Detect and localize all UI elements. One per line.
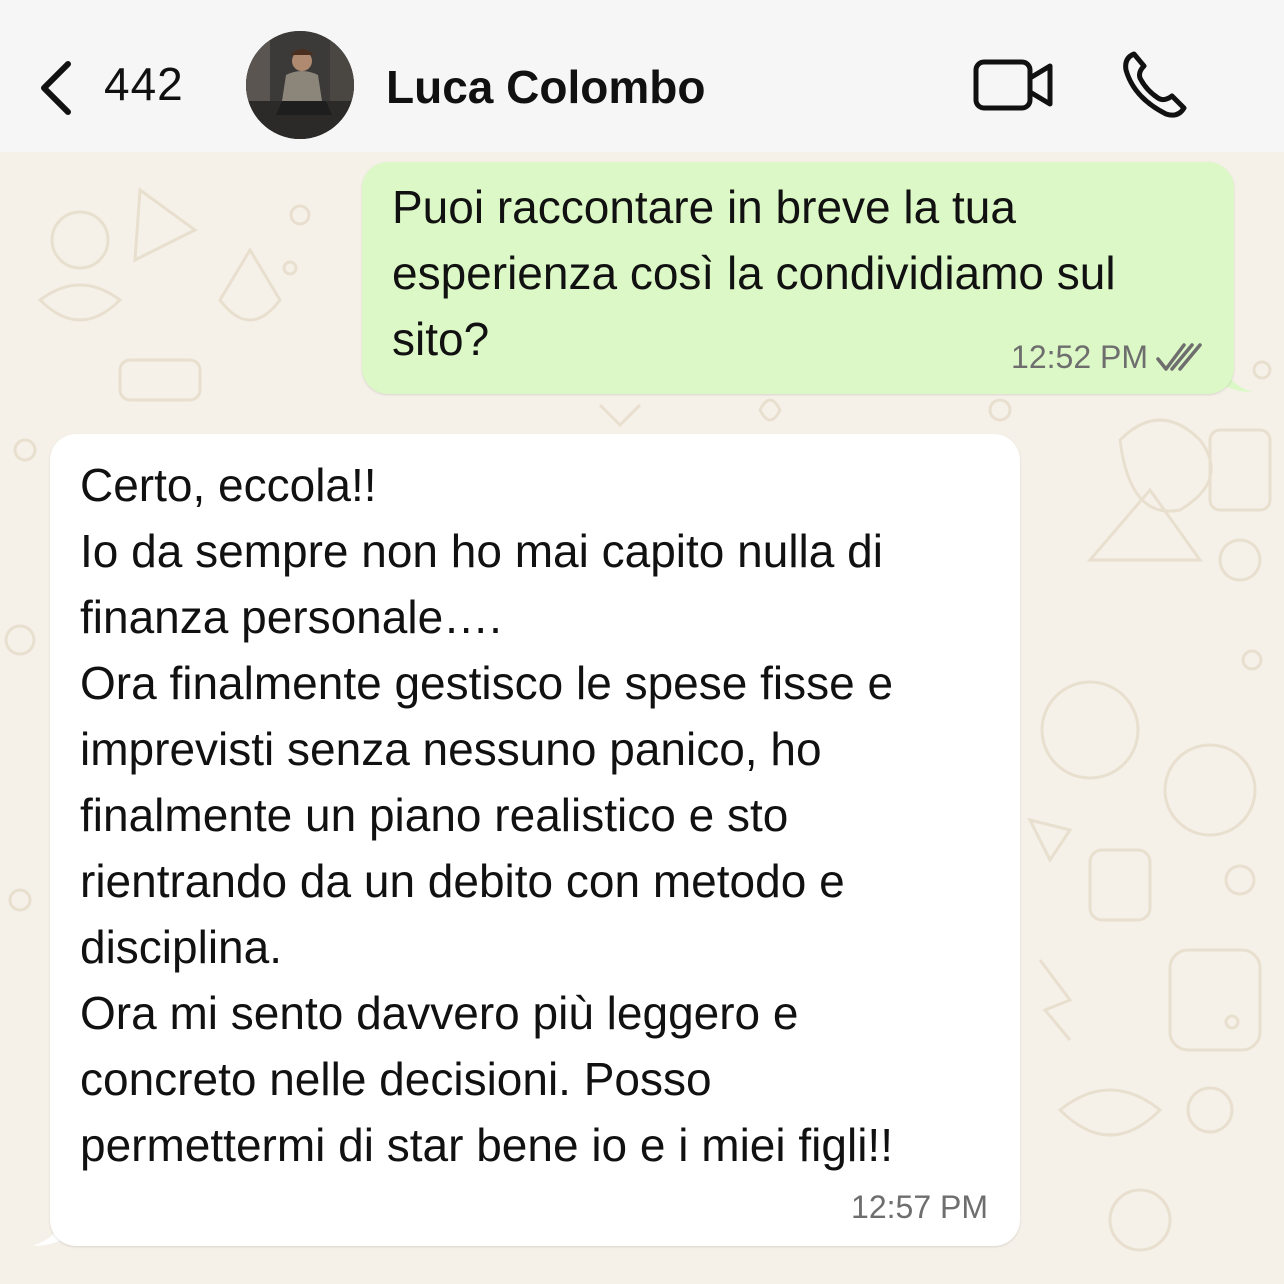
incoming-message[interactable]: Certo, eccola!! Io da sempre non ho mai … bbox=[50, 434, 1020, 1246]
message-text: Certo, eccola!! Io da sempre non ho mai … bbox=[80, 459, 894, 1171]
phone-icon bbox=[1123, 51, 1187, 118]
voice-call-button[interactable] bbox=[1120, 50, 1194, 120]
contact-avatar[interactable] bbox=[246, 31, 354, 139]
back-button[interactable]: 442 bbox=[30, 50, 210, 126]
video-camera-icon bbox=[973, 59, 1053, 111]
contact-name[interactable]: Luca Colombo bbox=[386, 60, 705, 114]
message-time: 12:52 PM bbox=[1011, 339, 1148, 375]
chevron-left-icon bbox=[41, 61, 71, 115]
chat-header: 442 Luca Colombo bbox=[0, 0, 1284, 152]
double-check-icon bbox=[1156, 342, 1202, 371]
avatar-photo bbox=[246, 31, 354, 139]
message-time: 12:57 PM bbox=[851, 1189, 988, 1225]
outgoing-message[interactable]: Puoi raccontare in breve la tua esperien… bbox=[362, 162, 1234, 394]
unread-count: 442 bbox=[104, 58, 184, 110]
message-meta: 12:52 PM bbox=[1011, 339, 1204, 376]
video-call-button[interactable] bbox=[972, 56, 1056, 114]
